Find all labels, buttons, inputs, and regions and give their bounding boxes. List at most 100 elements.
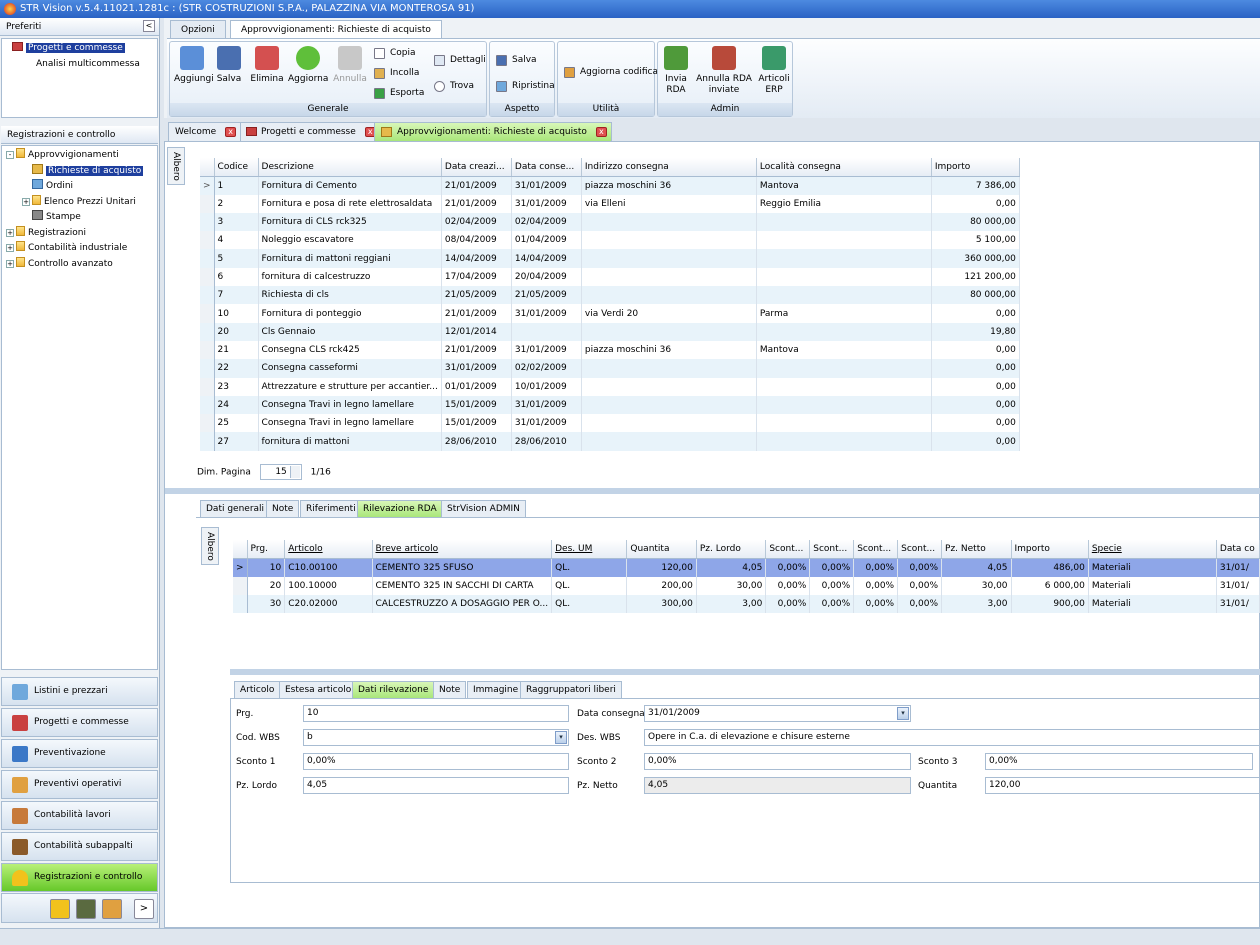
row-indicator[interactable] [200, 194, 215, 213]
table-cell[interactable] [511, 322, 582, 341]
favorite-item-analisi[interactable]: Analisi multicommessa [12, 57, 157, 73]
table-cell[interactable]: 31/01/2009 [511, 414, 582, 433]
prg-field[interactable]: 10 [303, 705, 569, 722]
table-cell[interactable]: 12/01/2014 [441, 322, 512, 341]
chart-icon[interactable] [102, 899, 122, 919]
table-cell[interactable]: 10 [214, 304, 259, 323]
horizontal-splitter[interactable] [165, 488, 1260, 494]
table-cell[interactable]: 486,00 [1011, 558, 1089, 577]
table-row[interactable]: 30 C20.02000 CALCESTRUZZO A DOSAGGIO PER O… [233, 594, 1260, 614]
table-row[interactable]: 5 Fornitura di mattoni reggiani 14/04/2009… [200, 249, 1020, 268]
tree-node-approvvigionamenti[interactable]: - Approvvigionamenti [6, 148, 157, 164]
tree-node-registrazioni[interactable]: + Registrazioni [6, 225, 157, 242]
table-cell[interactable]: 30,00 [941, 576, 1012, 595]
doc-tab-welcome[interactable]: Welcome x [168, 122, 242, 141]
table-cell[interactable]: 80 000,00 [931, 212, 1020, 232]
row-indicator[interactable] [200, 414, 215, 433]
row-indicator[interactable] [200, 432, 215, 451]
copy-button[interactable]: Copia [374, 45, 416, 61]
table-cell[interactable]: 0,00% [853, 594, 899, 614]
table-cell[interactable]: Cls Gennaio [258, 322, 442, 341]
delete-button[interactable]: Elimina [250, 46, 284, 85]
expand-icon[interactable]: + [6, 228, 14, 237]
table-row[interactable]: 2 Fornitura e posa di rete elettrosaldata… [200, 194, 1020, 213]
table-cell[interactable]: 0,00% [897, 576, 943, 595]
table-cell[interactable]: 0,00 [931, 359, 1020, 378]
table-cell[interactable]: 6 [214, 267, 259, 287]
table-cell[interactable]: 01/01/2009 [441, 377, 512, 396]
column-header[interactable]: Data creazi... [441, 158, 512, 177]
table-cell[interactable]: 0,00% [853, 576, 899, 595]
table-cell[interactable]: 17/04/2009 [441, 267, 512, 287]
table-row[interactable]: 27 fornitura di mattoni 28/06/2010 28/06/20… [200, 432, 1020, 451]
expand-icon[interactable]: + [6, 244, 14, 252]
table-cell[interactable]: 0,00% [765, 576, 811, 595]
table-cell[interactable] [581, 267, 757, 287]
table-cell[interactable]: 25 [214, 414, 259, 433]
tree-node-richieste[interactable]: Richieste di acquisto [6, 163, 157, 180]
table-cell[interactable]: 121 200,00 [931, 267, 1020, 287]
save-layout-button[interactable]: Salva [496, 52, 537, 68]
table-cell[interactable]: 7 [214, 286, 259, 305]
table-cell[interactable]: Fornitura e posa di rete elettrosaldata [258, 194, 442, 213]
row-indicator[interactable] [200, 340, 215, 360]
table-cell[interactable]: Consegna CLS rck425 [258, 340, 442, 360]
column-header[interactable]: Quantita [626, 540, 697, 559]
table-cell[interactable]: 28/06/2010 [511, 432, 582, 451]
column-header[interactable]: Scont... [809, 540, 855, 559]
table-cell[interactable]: 02/04/2009 [441, 212, 512, 232]
tree-node-contabilita[interactable]: + Contabilità industriale [6, 241, 157, 257]
table-cell[interactable]: 120,00 [626, 558, 697, 577]
table-cell[interactable]: 0,00 [931, 304, 1020, 323]
table-cell[interactable]: 31/01/2009 [511, 340, 582, 360]
table-cell[interactable]: 3,00 [941, 594, 1012, 614]
table-cell[interactable] [581, 414, 757, 433]
table-cell[interactable]: 4,05 [941, 558, 1012, 577]
table-row[interactable]: 22 Consegna casseformi 31/01/2009 02/02/200… [200, 359, 1020, 378]
hardhat-icon[interactable] [50, 899, 70, 919]
export-button[interactable]: Esporta [374, 85, 424, 101]
table-cell[interactable]: 3 [214, 212, 259, 232]
row-indicator[interactable] [200, 249, 215, 268]
undo-button[interactable]: Annulla [332, 46, 368, 85]
table-cell[interactable]: QL. [551, 594, 628, 614]
table-cell[interactable]: 7 386,00 [931, 176, 1020, 195]
tab-strvision-admin[interactable]: StrVision ADMIN [441, 500, 526, 517]
table-row[interactable]: 20 Cls Gennaio 12/01/2014 19,80 [200, 322, 1020, 341]
table-cell[interactable]: 20 [247, 576, 286, 595]
table-cell[interactable]: 01/04/2009 [511, 231, 582, 250]
row-indicator[interactable] [200, 231, 215, 250]
table-cell[interactable]: Reggio Emilia [756, 194, 932, 213]
quantity-field[interactable]: 120,00 [985, 777, 1260, 794]
table-cell[interactable]: Noleggio escavatore [258, 231, 442, 250]
table-cell[interactable] [756, 231, 932, 250]
paste-button[interactable]: Incolla [374, 65, 419, 81]
column-header[interactable]: Importo [931, 158, 1020, 177]
tree-node-elenco-prezzi[interactable]: + Elenco Prezzi Unitari [6, 194, 157, 211]
table-cell[interactable]: piazza moschini 36 [581, 340, 757, 360]
add-button[interactable]: Aggiungi [174, 46, 214, 85]
column-header[interactable]: Località consegna [756, 158, 932, 177]
gross-price-field[interactable]: 4,05 [303, 777, 569, 794]
table-cell[interactable] [756, 322, 932, 341]
table-cell[interactable]: 15/01/2009 [441, 414, 512, 433]
table-cell[interactable] [581, 322, 757, 341]
table-cell[interactable]: 0,00% [853, 558, 899, 577]
favorite-item-progetti[interactable]: Progetti e commesse [12, 41, 157, 57]
row-indicator[interactable] [200, 212, 215, 232]
table-row[interactable]: 10 Fornitura di ponteggio 21/01/2009 31/01/… [200, 304, 1020, 323]
table-cell[interactable]: 0,00 [931, 414, 1020, 433]
table-cell[interactable] [756, 432, 932, 451]
table-cell[interactable]: 31/01/2009 [511, 304, 582, 323]
table-cell[interactable]: C10.00100 [284, 558, 373, 577]
table-cell[interactable] [756, 414, 932, 433]
nav-preventivazione[interactable]: Preventivazione [1, 739, 158, 768]
tab-opzioni[interactable]: Opzioni [170, 20, 226, 38]
table-cell[interactable] [756, 359, 932, 378]
table-cell[interactable]: 0,00% [765, 558, 811, 577]
table-cell[interactable]: 31/01/ [1216, 594, 1260, 614]
table-cell[interactable]: 300,00 [626, 594, 697, 614]
table-cell[interactable]: 0,00% [897, 594, 943, 614]
items-splitter[interactable] [230, 669, 1260, 675]
collapse-icon[interactable]: - [6, 151, 14, 159]
